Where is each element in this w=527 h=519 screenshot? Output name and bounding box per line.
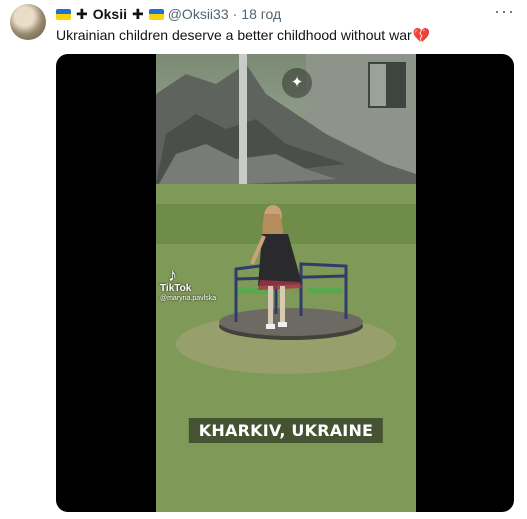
ukraine-flag-icon (56, 8, 71, 20)
tiktok-username: @maryna.pavlska (160, 295, 217, 302)
author-handle[interactable]: @Oksii33 (168, 6, 229, 22)
avatar[interactable] (10, 4, 46, 40)
video-frame[interactable]: ✦ ♪ TikTok @maryna.pavlska KHARKIV, UKRA… (156, 54, 416, 512)
author-name[interactable]: Oksii (93, 6, 127, 22)
tweet-text-body: Ukrainian children deserve a better chil… (56, 27, 412, 43)
tiktok-brand: TikTok (160, 283, 192, 294)
tiktok-watermark: ♪ TikTok @maryna.pavlska (160, 266, 216, 304)
tweet-media[interactable]: ✦ ♪ TikTok @maryna.pavlska KHARKIV, UKRA… (56, 54, 514, 512)
tiktok-logo-icon: ♪ (168, 265, 177, 285)
more-options-icon[interactable]: ··· (494, 2, 515, 20)
lamp-pole (239, 54, 247, 194)
timestamp[interactable]: 18 год (241, 6, 281, 22)
sparkle-icon[interactable]: ✦ (282, 68, 312, 98)
video-caption: KHARKIV, UKRAINE (188, 418, 384, 443)
tweet[interactable]: ✚ Oksii ✚ @Oksii33 · 18 год ··· Ukrainia… (0, 0, 527, 519)
ukraine-flag-icon (148, 8, 164, 20)
broken-heart-icon: 💔 (412, 27, 431, 43)
cross-icon: ✚ (76, 5, 88, 22)
separator-dot: · (232, 6, 238, 22)
cross-icon: ✚ (131, 5, 144, 22)
tweet-header: ✚ Oksii ✚ @Oksii33 · 18 год (56, 5, 281, 23)
tweet-text: Ukrainian children deserve a better chil… (56, 26, 430, 44)
